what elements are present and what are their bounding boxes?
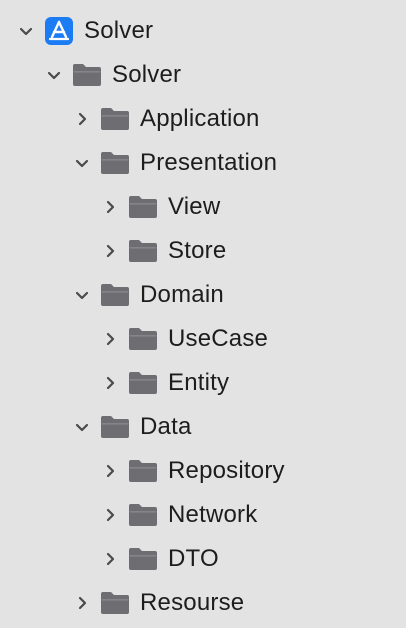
- tree-row-label: Resourse: [140, 589, 245, 616]
- folder-icon: [98, 149, 132, 177]
- chevron-right-icon[interactable]: [100, 549, 120, 569]
- folder-icon: [98, 589, 132, 617]
- chevron-right-icon[interactable]: [100, 329, 120, 349]
- chevron-right-icon[interactable]: [100, 505, 120, 525]
- tree-row[interactable]: Application: [72, 97, 260, 141]
- folder-icon: [126, 325, 160, 353]
- tree-row-label: Store: [168, 237, 227, 264]
- folder-icon: [98, 281, 132, 309]
- xcode-project-icon: [42, 17, 76, 45]
- tree-row-label: UseCase: [168, 325, 269, 352]
- tree-row[interactable]: Domain: [72, 273, 224, 317]
- tree-row-label: Application: [140, 105, 260, 132]
- chevron-right-icon[interactable]: [100, 197, 120, 217]
- chevron-down-icon[interactable]: [44, 65, 64, 85]
- tree-row-label: Presentation: [140, 149, 278, 176]
- chevron-down-icon[interactable]: [72, 153, 92, 173]
- folder-icon: [126, 545, 160, 573]
- project-navigator: Solver Solver Application Presentation View S…: [0, 0, 406, 628]
- tree-row[interactable]: Network: [100, 493, 257, 537]
- folder-icon: [126, 193, 160, 221]
- tree-row-label: Data: [140, 413, 192, 440]
- tree-row[interactable]: Entity: [100, 361, 229, 405]
- tree-row[interactable]: DTO: [100, 537, 219, 581]
- tree-row[interactable]: Presentation: [72, 141, 277, 185]
- tree-row[interactable]: Solver: [16, 9, 153, 53]
- tree-row[interactable]: Repository: [100, 449, 285, 493]
- chevron-right-icon[interactable]: [100, 461, 120, 481]
- tree-row-label: Network: [168, 501, 258, 528]
- tree-row[interactable]: Solver: [44, 53, 181, 97]
- chevron-down-icon[interactable]: [16, 21, 36, 41]
- folder-icon: [98, 105, 132, 133]
- tree-row-label: DTO: [168, 545, 219, 572]
- chevron-right-icon[interactable]: [100, 373, 120, 393]
- tree-row-label: View: [168, 193, 221, 220]
- chevron-right-icon[interactable]: [100, 241, 120, 261]
- tree-row[interactable]: Resourse: [72, 581, 244, 625]
- folder-icon: [70, 61, 104, 89]
- tree-row[interactable]: Data: [72, 405, 192, 449]
- folder-icon: [98, 413, 132, 441]
- tree-row-label: Solver: [84, 17, 154, 44]
- tree-row-label: Entity: [168, 369, 230, 396]
- tree-row-label: Solver: [112, 61, 182, 88]
- folder-icon: [126, 501, 160, 529]
- chevron-down-icon[interactable]: [72, 285, 92, 305]
- folder-icon: [126, 457, 160, 485]
- tree-row-label: Repository: [168, 457, 285, 484]
- chevron-down-icon[interactable]: [72, 417, 92, 437]
- chevron-right-icon[interactable]: [72, 109, 92, 129]
- tree-row[interactable]: View: [100, 185, 220, 229]
- chevron-right-icon[interactable]: [72, 593, 92, 613]
- folder-icon: [126, 369, 160, 397]
- tree-row[interactable]: UseCase: [100, 317, 268, 361]
- folder-icon: [126, 237, 160, 265]
- tree-row[interactable]: Store: [100, 229, 226, 273]
- tree-row-label: Domain: [140, 281, 224, 308]
